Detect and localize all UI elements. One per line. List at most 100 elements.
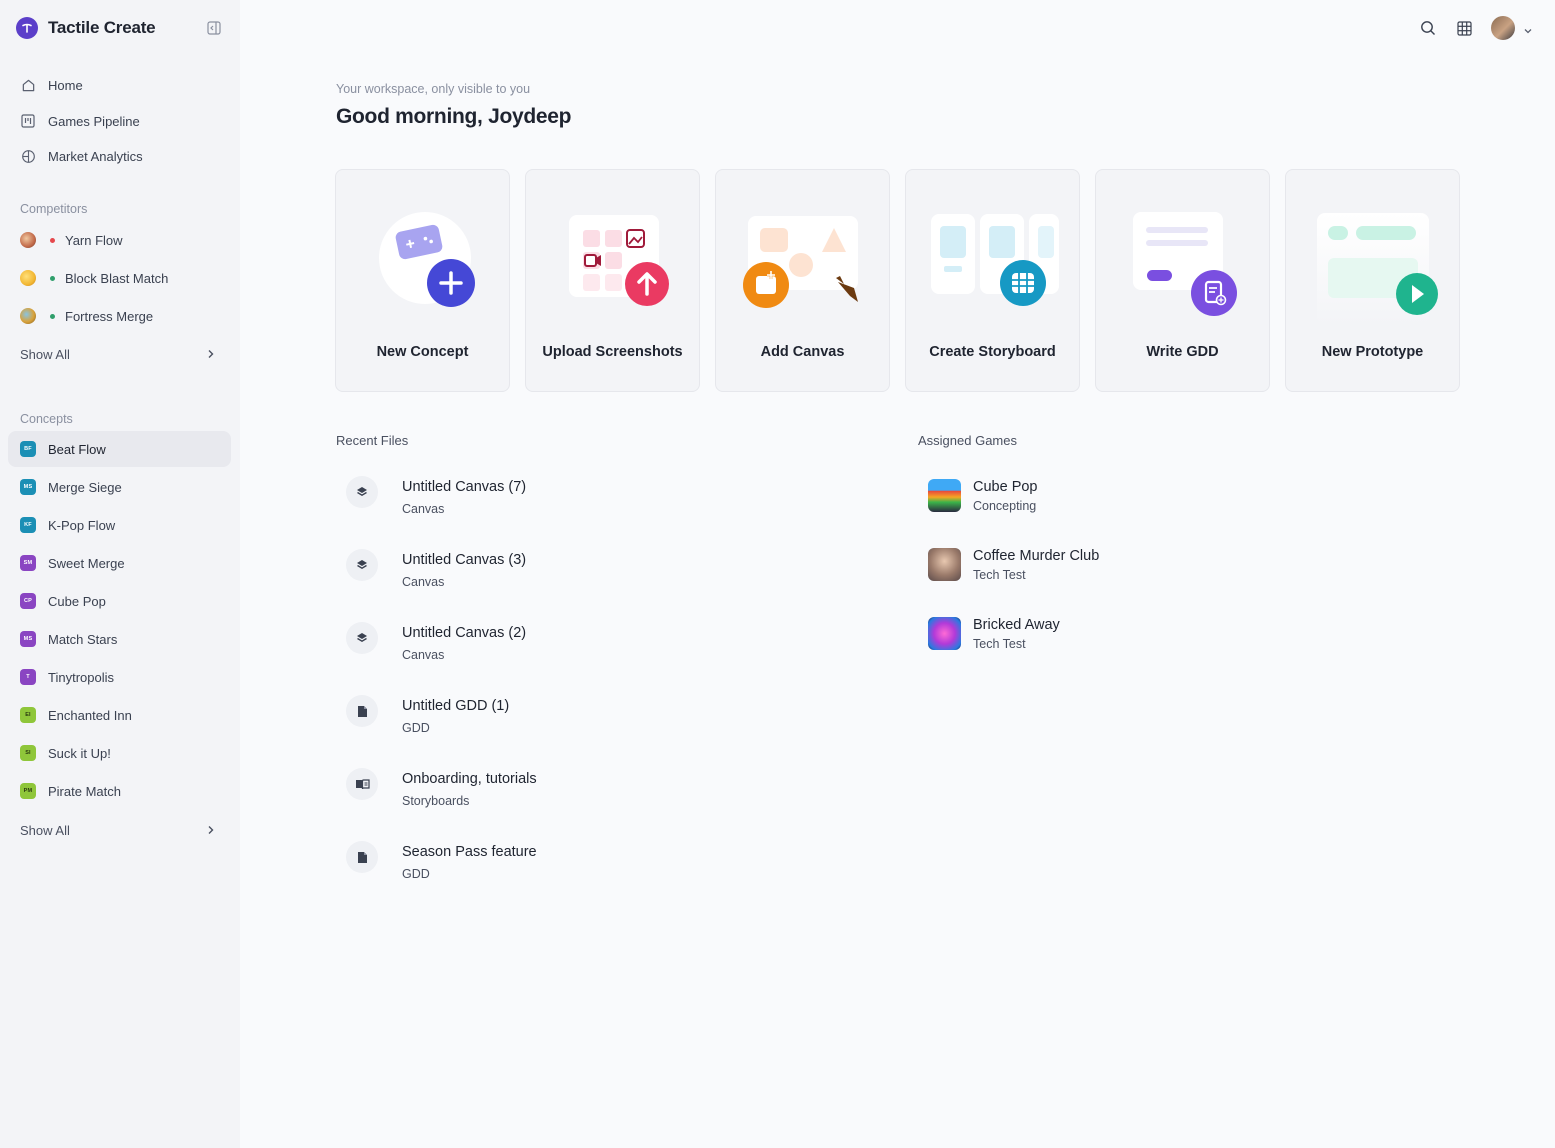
file-row[interactable]: Untitled Canvas (7) Canvas bbox=[336, 467, 537, 540]
kanban-icon bbox=[20, 113, 36, 129]
file-row[interactable]: Untitled Canvas (3) Canvas bbox=[336, 540, 537, 613]
new-concept-illustration bbox=[379, 212, 475, 307]
game-row[interactable]: Cube Pop Concepting bbox=[928, 477, 1099, 546]
concept-badge: BF bbox=[20, 441, 36, 457]
apps-grid-icon[interactable] bbox=[1455, 19, 1473, 37]
user-avatar[interactable] bbox=[1491, 16, 1515, 40]
competitor-label: Yarn Flow bbox=[65, 232, 123, 248]
nav-item-games-pipeline[interactable]: Games Pipeline bbox=[8, 104, 231, 140]
concepts-show-all-button[interactable]: Show All bbox=[8, 811, 231, 849]
competitor-item[interactable]: Block Blast Match bbox=[8, 259, 231, 297]
competitor-avatar bbox=[20, 270, 36, 286]
competitor-label: Block Blast Match bbox=[65, 270, 169, 286]
concept-item-beat-flow[interactable]: BF Beat Flow bbox=[8, 431, 231, 467]
concept-item-kpop-flow[interactable]: KF K-Pop Flow bbox=[8, 507, 231, 543]
game-row[interactable]: Bricked Away Tech Test bbox=[928, 615, 1099, 684]
concept-label: K-Pop Flow bbox=[48, 517, 116, 533]
competitor-item[interactable]: Yarn Flow bbox=[8, 221, 231, 259]
card-label: New Concept bbox=[376, 344, 469, 360]
globe-icon bbox=[20, 149, 36, 165]
concept-label: Beat Flow bbox=[48, 441, 106, 457]
concept-label: Tinytropolis bbox=[48, 669, 114, 685]
concept-item-tinytropolis[interactable]: T Tinytropolis bbox=[8, 659, 231, 695]
document-icon bbox=[346, 695, 378, 727]
new-prototype-illustration bbox=[1317, 213, 1438, 325]
concepts-list: BF Beat Flow MS Merge Siege KF K-Pop Flo… bbox=[8, 431, 231, 849]
card-label: Create Storyboard bbox=[929, 344, 1056, 360]
write-gdd-illustration bbox=[1133, 212, 1237, 316]
assigned-games-list: Cube Pop Concepting Coffee Murder Club Tec… bbox=[928, 477, 1099, 684]
nav-label: Home bbox=[48, 78, 83, 94]
upload-screenshots-illustration bbox=[569, 215, 669, 306]
concept-label: Enchanted Inn bbox=[48, 707, 132, 723]
concept-label: Merge Siege bbox=[48, 479, 122, 495]
concept-badge: CP bbox=[20, 593, 36, 609]
competitors-show-all-button[interactable]: Show All bbox=[8, 335, 231, 373]
show-all-label: Show All bbox=[20, 822, 70, 838]
create-storyboard-card[interactable]: Create Storyboard bbox=[905, 169, 1080, 392]
card-label: New Prototype bbox=[1321, 344, 1424, 360]
competitors-list: Yarn Flow Block Blast Match Fortress Mer… bbox=[8, 221, 231, 373]
concept-item-merge-siege[interactable]: MS Merge Siege bbox=[8, 469, 231, 505]
quick-actions: New Concept Upload Screenshots Add Canva… bbox=[335, 169, 1475, 392]
status-dot bbox=[50, 237, 55, 243]
recent-files-heading: Recent Files bbox=[336, 433, 409, 448]
collapse-sidebar-icon[interactable] bbox=[207, 21, 221, 35]
write-gdd-card[interactable]: Write GDD bbox=[1095, 169, 1270, 392]
game-thumbnail bbox=[928, 479, 961, 512]
add-canvas-card[interactable]: Add Canvas bbox=[715, 169, 890, 392]
concept-badge: SM bbox=[20, 555, 36, 571]
concept-badge: MS bbox=[20, 631, 36, 647]
file-type: Canvas bbox=[402, 648, 445, 662]
card-label: Upload Screenshots bbox=[542, 344, 683, 360]
create-storyboard-illustration bbox=[931, 214, 1059, 306]
search-icon[interactable] bbox=[1419, 19, 1437, 37]
competitor-avatar bbox=[20, 232, 36, 248]
concept-label: Pirate Match bbox=[48, 783, 121, 799]
file-type: Canvas bbox=[402, 575, 445, 589]
game-status: Concepting bbox=[973, 499, 1037, 513]
document-icon bbox=[346, 841, 378, 873]
new-concept-card[interactable]: New Concept bbox=[335, 169, 510, 392]
assigned-games-heading: Assigned Games bbox=[918, 433, 1017, 448]
concept-badge: MS bbox=[20, 479, 36, 495]
file-row[interactable]: Onboarding, tutorials Storyboards bbox=[336, 759, 537, 832]
concept-badge: KF bbox=[20, 517, 36, 533]
competitor-avatar bbox=[20, 308, 36, 324]
file-row[interactable]: Season Pass feature GDD bbox=[336, 832, 537, 905]
upload-screenshots-card[interactable]: Upload Screenshots bbox=[525, 169, 700, 392]
nav-label: Market Analytics bbox=[48, 149, 143, 165]
file-row[interactable]: Untitled GDD (1) GDD bbox=[336, 686, 537, 759]
concept-item-match-stars[interactable]: MS Match Stars bbox=[8, 621, 231, 657]
file-row[interactable]: Untitled Canvas (2) Canvas bbox=[336, 613, 537, 686]
status-dot bbox=[50, 313, 55, 319]
concept-item-pirate-match[interactable]: PM Pirate Match bbox=[8, 773, 231, 809]
concepts-heading: Concepts bbox=[20, 412, 73, 426]
workspace-subtitle: Your workspace, only visible to you bbox=[336, 82, 531, 96]
game-name: Cube Pop bbox=[973, 479, 1038, 495]
status-dot bbox=[50, 275, 55, 281]
nav-label: Games Pipeline bbox=[48, 113, 140, 129]
brand[interactable]: Tactile Create bbox=[16, 17, 156, 39]
chevron-down-icon[interactable] bbox=[1523, 23, 1533, 34]
concept-item-cube-pop[interactable]: CP Cube Pop bbox=[8, 583, 231, 619]
file-type: Storyboards bbox=[402, 794, 470, 808]
concept-label: Sweet Merge bbox=[48, 555, 125, 571]
nav-item-market-analytics[interactable]: Market Analytics bbox=[8, 139, 231, 175]
game-row[interactable]: Coffee Murder Club Tech Test bbox=[928, 546, 1099, 615]
file-name: Onboarding, tutorials bbox=[402, 771, 537, 787]
concept-badge: EI bbox=[20, 707, 36, 723]
competitor-item[interactable]: Fortress Merge bbox=[8, 297, 231, 335]
file-name: Untitled Canvas (2) bbox=[402, 625, 527, 641]
new-prototype-card[interactable]: New Prototype bbox=[1285, 169, 1460, 392]
concept-badge: SI bbox=[20, 745, 36, 761]
game-status: Tech Test bbox=[973, 568, 1026, 582]
concept-label: Suck it Up! bbox=[48, 745, 111, 761]
concept-item-suck-it-up[interactable]: SI Suck it Up! bbox=[8, 735, 231, 771]
concept-item-sweet-merge[interactable]: SM Sweet Merge bbox=[8, 545, 231, 581]
concept-item-enchanted-inn[interactable]: EI Enchanted Inn bbox=[8, 697, 231, 733]
file-type: GDD bbox=[402, 721, 430, 735]
file-name: Untitled Canvas (7) bbox=[402, 479, 527, 495]
nav-item-home[interactable]: Home bbox=[8, 68, 231, 104]
layers-icon bbox=[346, 476, 378, 508]
